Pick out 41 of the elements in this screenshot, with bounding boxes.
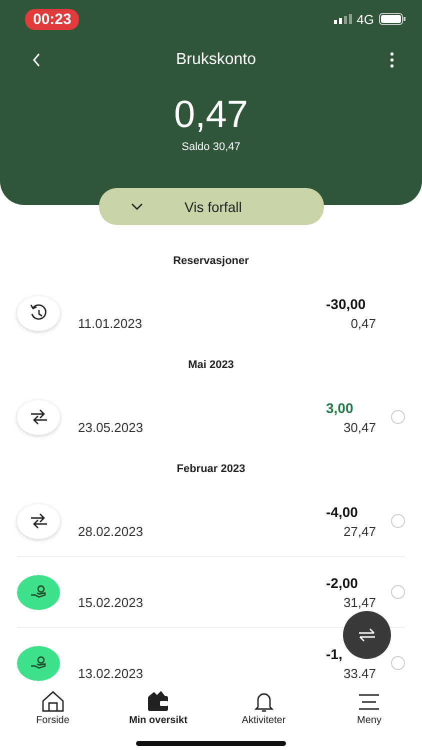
transaction-date: 11.01.2023 [78,316,144,330]
chevron-icon [130,202,142,210]
select-radio[interactable] [391,585,405,599]
balance-text: Saldo 30,47 [182,141,240,153]
swap-arrows-icon [357,627,377,643]
due-button[interactable]: Vis forfall [98,188,324,225]
nav-tab[interactable]: Forside [0,690,106,736]
transaction-date: 28.02.2023 [78,524,144,538]
balance-after: 33.47 [343,666,376,680]
select-radio[interactable] [391,514,405,528]
transaction-amount: 3,00 [326,400,354,416]
transaction-amount: -4,00 [326,504,358,520]
transaction-amount: -2,00 [326,574,358,590]
wallet-icon [146,690,170,713]
back-icon [32,53,42,67]
transaction-date: 15.02.2023 [78,594,144,610]
nav-tab[interactable]: Meny [316,690,422,736]
nav-tab[interactable]: Aktiviteter [211,690,316,736]
network-label: 4G [356,12,374,26]
more-icon [390,52,394,68]
section-heading: Reservasjoner [172,254,250,269]
transaction-amount: -30,00 [326,296,366,312]
transaction-amount: -1, [326,646,342,662]
account-title: Brukskonto [176,51,256,69]
balance-after: 0,47 [350,316,376,330]
section-heading: Februar 2023 [176,462,246,477]
balance-after: 31,47 [343,594,376,610]
transfer-button[interactable] [343,611,391,659]
nav-tab[interactable]: Min oversikt [106,690,211,736]
balance-after: 27,47 [343,524,376,538]
available-amount: 0,47 [174,94,248,137]
home-icon [40,690,65,713]
select-radio[interactable] [391,410,405,424]
transaction-date: 23.05.2023 [78,420,144,434]
select-radio[interactable] [391,656,405,670]
signal-icon [334,14,352,24]
section-heading: Mai 2023 [187,358,235,373]
status-time: 00:23 [25,8,80,30]
battery-icon [379,13,406,25]
balance-after: 30,47 [343,420,376,434]
transaction-date: 13.02.2023 [78,666,144,680]
